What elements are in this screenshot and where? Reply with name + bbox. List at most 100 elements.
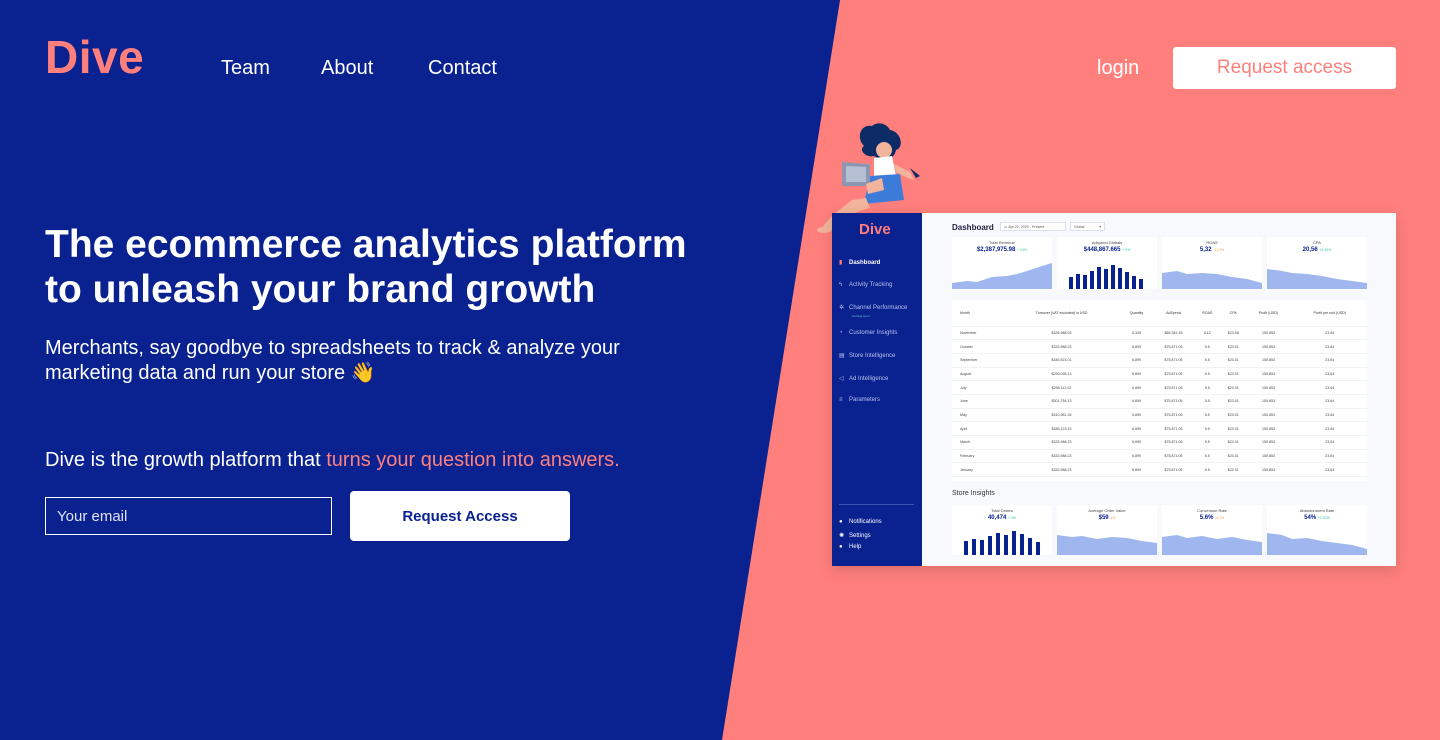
table-cell: $23.01 bbox=[1221, 421, 1245, 436]
table-cell: $285,123.43 bbox=[1004, 421, 1119, 436]
kpi-label: Average Order Value bbox=[1088, 508, 1126, 513]
kpi-value: $2,387,975.98 + 24% bbox=[976, 247, 1028, 253]
table-cell: $75,871.05 bbox=[1154, 449, 1193, 464]
table-cell: 5.5 bbox=[1192, 421, 1222, 436]
coming-soon-label: Coming soon bbox=[852, 314, 870, 318]
table-cell: 150,853 bbox=[1244, 408, 1293, 423]
table-cell: 150,853 bbox=[1244, 462, 1293, 478]
table-row: September $345,923.01 6,899 $75,871.05 5.5 $2… bbox=[952, 353, 1367, 368]
table-cell: $23.01 bbox=[1221, 367, 1245, 382]
table-cell: $333,988.23 bbox=[1004, 435, 1119, 450]
table-cell: 150,853 bbox=[1244, 339, 1293, 354]
table-cell: 23.64 bbox=[1292, 353, 1367, 368]
nav-link-contact[interactable]: Contact bbox=[428, 57, 497, 80]
table-row: January $333,988.23 6,899 $75,871.05 5.5 $22.… bbox=[952, 462, 1367, 478]
sidebar-item-customer-insights[interactable]: ◔ Customer Insights bbox=[839, 330, 897, 336]
table-cell: November bbox=[952, 326, 1005, 341]
kpi-label: Total Revenue bbox=[989, 240, 1015, 245]
email-input[interactable] bbox=[45, 497, 332, 535]
growth-highlight: turns your question into answers. bbox=[326, 449, 620, 471]
date-range-picker[interactable]: ▭ Apr 20, 2020 - Present bbox=[1000, 222, 1066, 231]
kpi-card: ROAS 5,32 -11.2% bbox=[1162, 237, 1262, 289]
table-cell: 23.64 bbox=[1292, 367, 1367, 382]
request-access-button[interactable]: Request Access bbox=[350, 491, 570, 541]
table-cell: 5.5 bbox=[1192, 353, 1222, 368]
table-cell: 150,853 bbox=[1244, 326, 1293, 341]
table-cell: $333,988.23 bbox=[1004, 339, 1119, 354]
table-cell: $22.01 bbox=[1221, 462, 1245, 478]
table-cell: 5.5 bbox=[1192, 408, 1222, 423]
sidebar-item-parameters[interactable]: ≡ Parameters bbox=[839, 397, 880, 403]
sidebar-item-notifications[interactable]: ● Notifications bbox=[839, 519, 882, 525]
table-cell: 23.64 bbox=[1292, 339, 1367, 354]
table-cell: 150,853 bbox=[1244, 367, 1293, 382]
nav-link-team[interactable]: Team bbox=[221, 57, 270, 80]
table-cell: $75,871.05 bbox=[1154, 380, 1193, 395]
hero-headline: The ecommerce analytics platform to unle… bbox=[45, 223, 687, 311]
table-cell: 6,899 bbox=[1118, 380, 1155, 395]
table-cell: 150,853 bbox=[1244, 394, 1293, 409]
table-cell: February bbox=[952, 449, 1005, 464]
table-cell: $75,871.05 bbox=[1154, 462, 1193, 478]
table-cell: 5,899 bbox=[1118, 408, 1155, 423]
table-cell: July bbox=[952, 380, 1005, 395]
column-header: AdSpend bbox=[1154, 300, 1193, 327]
dashboard-preview: Dive ▮ Dashboard ϟ Activity Tracking ✲ Chan… bbox=[832, 213, 1396, 566]
table-cell: 5.5 bbox=[1192, 462, 1222, 478]
table-cell: $75,871.05 bbox=[1154, 408, 1193, 423]
store-kpi-card: Average Order Value $59 4% bbox=[1057, 505, 1157, 555]
table-row: October $333,988.23 6,899 $75,871.05 5.5 $23.… bbox=[952, 339, 1367, 354]
table-cell: 23.64 bbox=[1292, 408, 1367, 423]
column-header: ROAS bbox=[1192, 300, 1222, 327]
table-cell: 5.5 bbox=[1192, 435, 1222, 450]
table-cell: $75,871.05 bbox=[1154, 421, 1193, 436]
kpi-value: 5,32 -11.2% bbox=[1199, 247, 1225, 253]
table-cell: 23.64 bbox=[1292, 394, 1367, 409]
login-link[interactable]: login bbox=[1097, 57, 1139, 80]
dashboard-main: Dashboard ▭ Apr 20, 2020 - Present Globa… bbox=[922, 213, 1396, 566]
kpi-value: 20,56 +4.34% bbox=[1302, 247, 1332, 253]
request-access-button-top[interactable]: Request access bbox=[1173, 47, 1396, 89]
table-cell: $75,871.05 bbox=[1154, 367, 1193, 382]
kpi-sparkline bbox=[1162, 535, 1262, 555]
kpi-value: 54% +2.52% bbox=[1304, 515, 1330, 521]
granularity-select[interactable]: Global ▾ bbox=[1070, 222, 1105, 231]
sidebar-item-settings[interactable]: ✺ Settings bbox=[839, 532, 871, 539]
table-cell: 23.64 bbox=[1292, 380, 1367, 395]
sidebar-item-store-intelligence[interactable]: ▤ Store Intelligence bbox=[839, 352, 895, 359]
table-cell: $345,923.01 bbox=[1004, 353, 1119, 368]
column-header: Month bbox=[952, 300, 1005, 327]
sidebar-item-help[interactable]: ● Help bbox=[839, 544, 861, 550]
kpi-sparkline bbox=[952, 263, 1052, 289]
table-cell: 6,899 bbox=[1118, 421, 1155, 436]
table-row: July $298,112.02 6,899 $75,871.05 5.5 $23.01 1… bbox=[952, 380, 1367, 395]
table-cell: March bbox=[952, 435, 1005, 450]
kpi-label: Conversion Rate bbox=[1197, 508, 1227, 513]
table-cell: 6,899 bbox=[1118, 339, 1155, 354]
sidebar-item-dashboard[interactable]: ▮ Dashboard bbox=[839, 259, 880, 266]
lightning-icon: ϟ bbox=[839, 282, 843, 288]
table-cell: $23.01 bbox=[1221, 353, 1245, 368]
table-cell: September bbox=[952, 353, 1005, 368]
table-cell: $75,871.05 bbox=[1154, 394, 1193, 409]
table-row: February $333,988.23 6,899 $75,871.05 5.5 $23… bbox=[952, 449, 1367, 464]
kpi-sparkline bbox=[1162, 271, 1262, 289]
table-row: May $310,981.34 5,899 $75,871.05 5.5 $23.01 15… bbox=[952, 408, 1367, 423]
store-insights-title: Store Insights bbox=[952, 490, 995, 497]
kpi-sparkline bbox=[1267, 533, 1367, 555]
brand-logo[interactable]: Dive bbox=[45, 30, 144, 84]
kpi-card: Adspend Globals $448,867.665 + 4% bbox=[1057, 237, 1157, 289]
table-cell: 5.5 bbox=[1192, 394, 1222, 409]
table-cell: $23.01 bbox=[1221, 380, 1245, 395]
table-row: March $333,988.23 6,899 $75,871.05 5.5 $23.01… bbox=[952, 435, 1367, 450]
sidebar-item-channel-performance[interactable]: ✲ Channel Performance bbox=[839, 304, 907, 311]
table-cell: June bbox=[952, 394, 1005, 409]
kpi-label: Abandonment Rate bbox=[1299, 508, 1335, 513]
table-cell: 6,899 bbox=[1118, 449, 1155, 464]
nav-link-about[interactable]: About bbox=[321, 57, 373, 80]
table-cell: 150,853 bbox=[1244, 353, 1293, 368]
kpi-label: ROAS bbox=[1206, 240, 1218, 245]
table-cell: $298,112.02 bbox=[1004, 380, 1119, 395]
sidebar-item-activity-tracking[interactable]: ϟ Activity Tracking bbox=[839, 282, 892, 288]
sidebar-item-ad-intelligence[interactable]: ◁ Ad Intelligence bbox=[839, 375, 888, 382]
